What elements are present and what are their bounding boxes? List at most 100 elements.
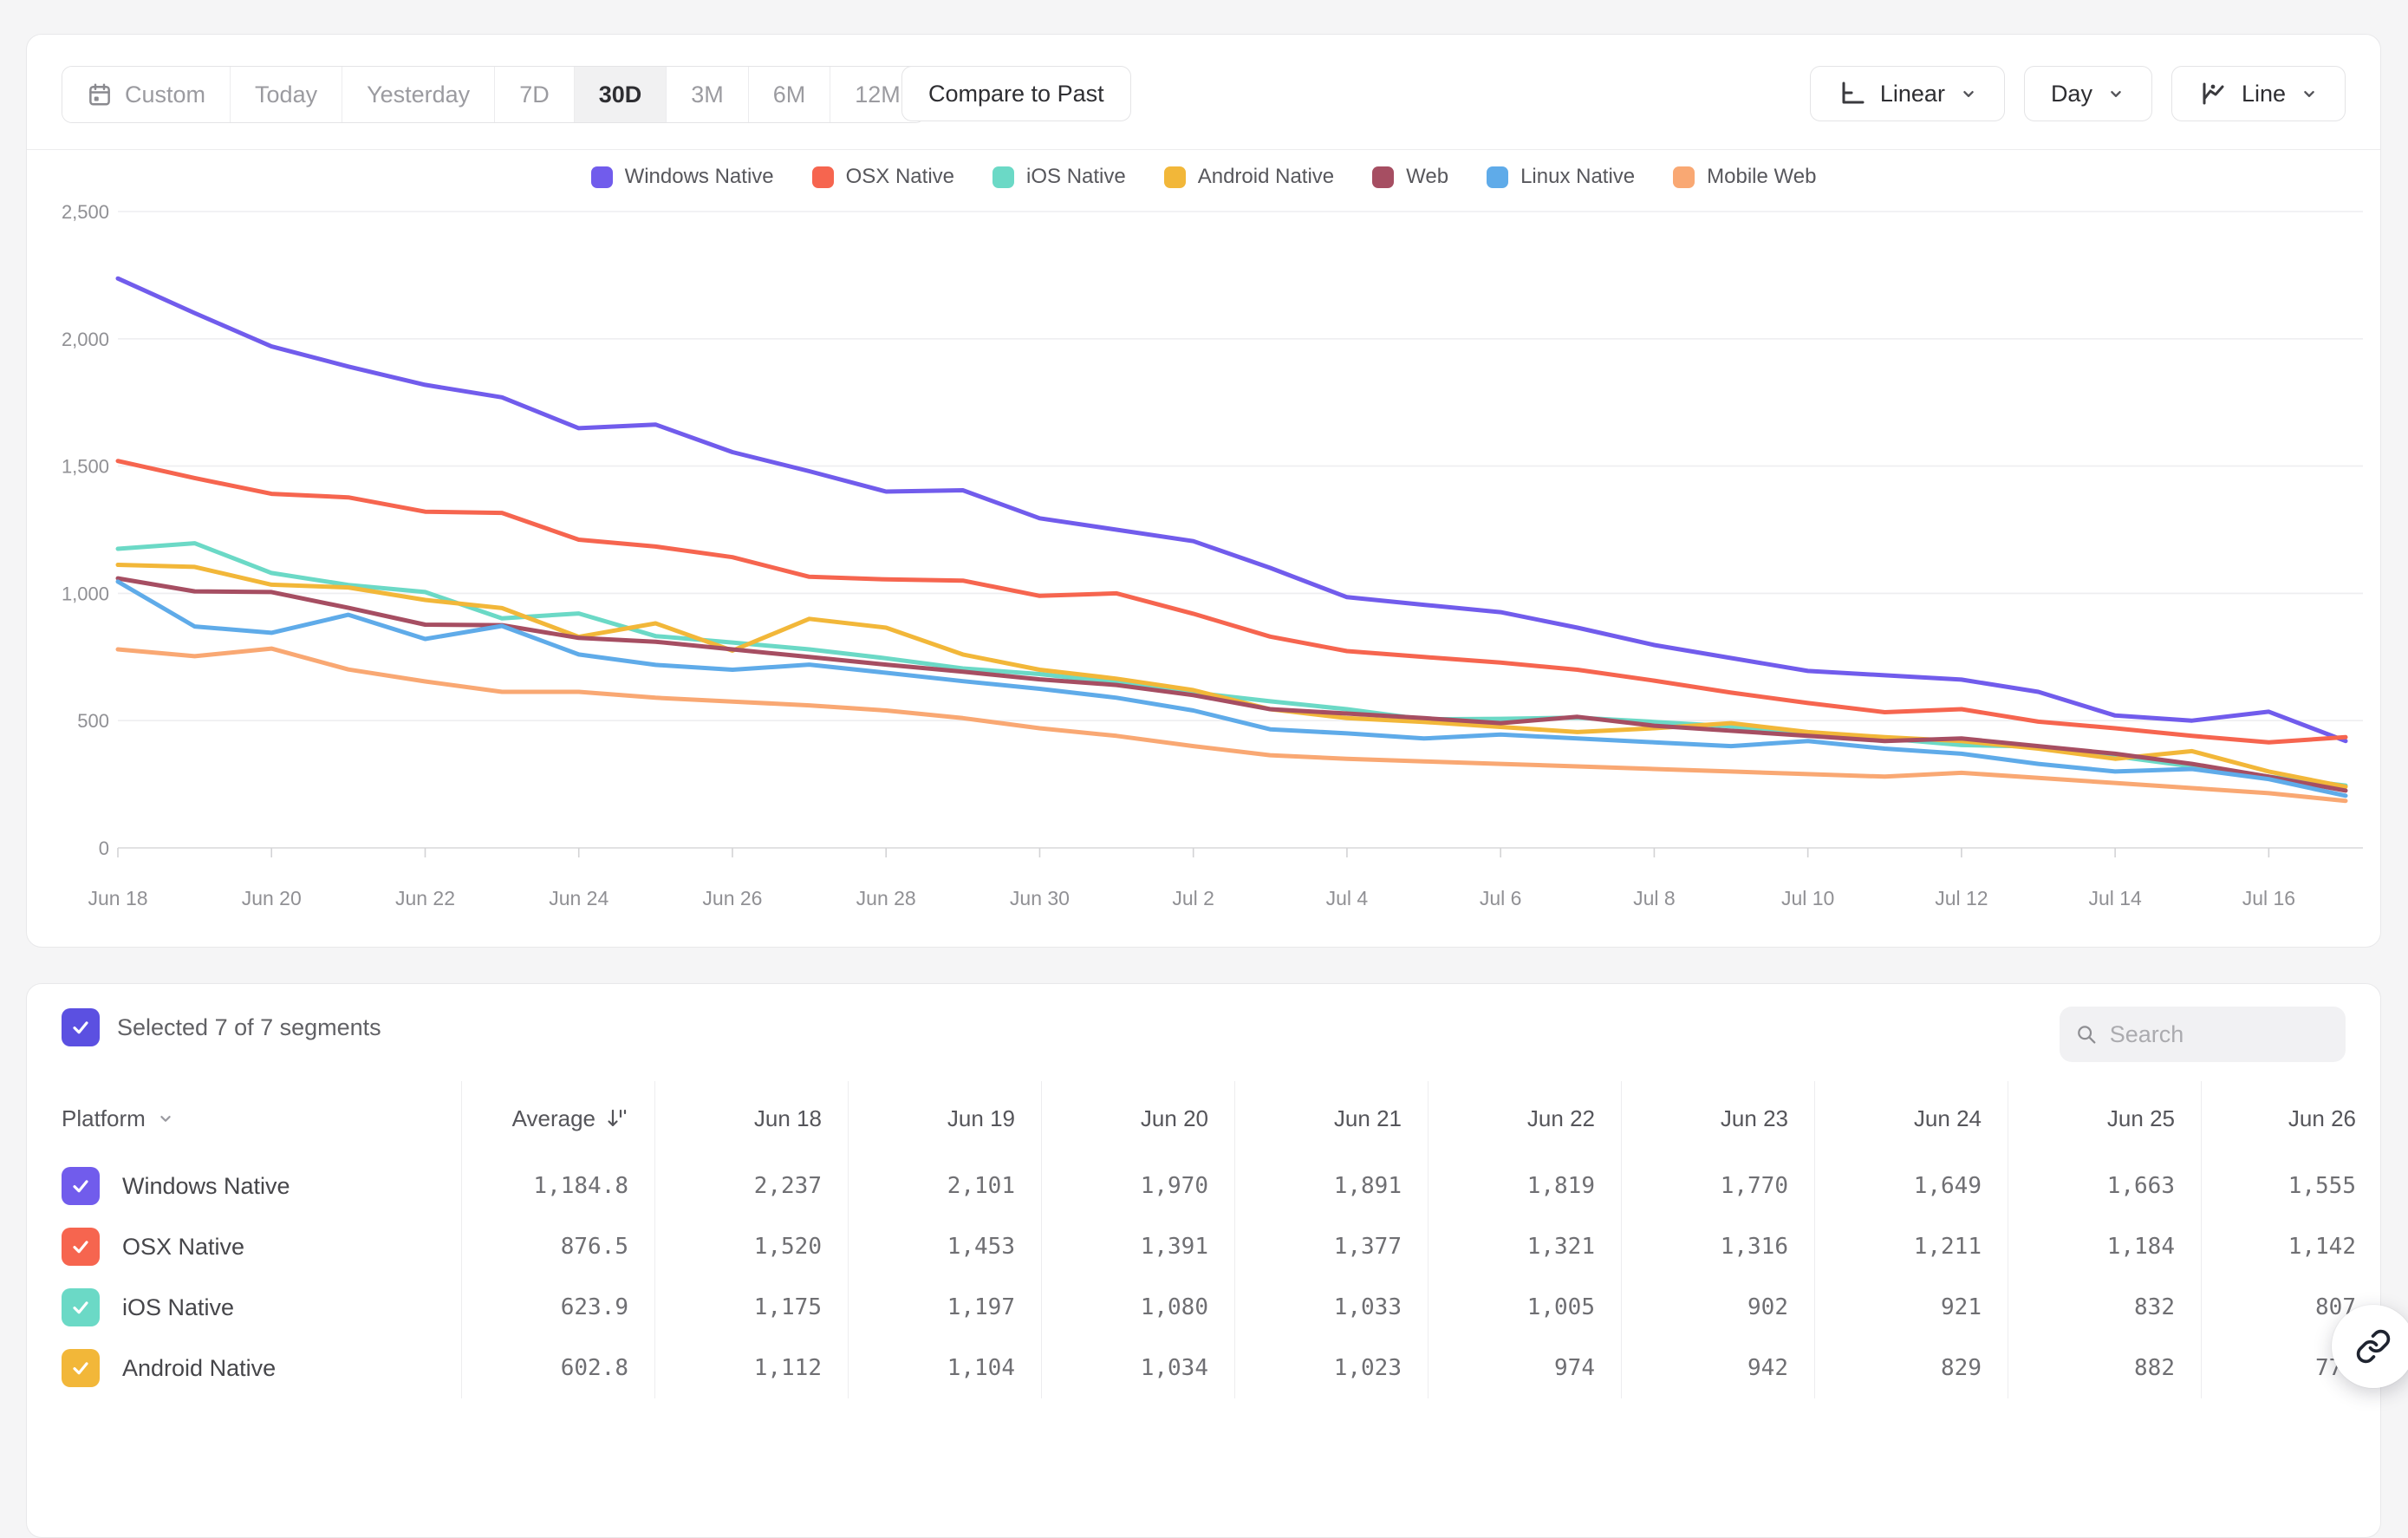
x-axis-tick-label: Jun 22 <box>395 887 455 909</box>
checkmark-icon <box>68 1015 93 1039</box>
selected-segments-label: Selected 7 of 7 segments <box>117 1014 381 1041</box>
segment-row-osx-native: OSX Native 876.51,5201,4531,3911,3771,321… <box>27 1216 2381 1277</box>
average-column-header[interactable]: Average <box>461 1081 654 1156</box>
date-column-header[interactable]: Jun 18 <box>654 1081 848 1156</box>
value-cell: 1,891 <box>1234 1156 1428 1216</box>
value-cell: 1,453 <box>848 1216 1041 1277</box>
segments-card: Selected 7 of 7 segments Platform Average… <box>26 983 2381 1538</box>
value-cell: 1,391 <box>1041 1216 1234 1277</box>
segment-checkbox[interactable] <box>62 1349 100 1387</box>
checkmark-icon <box>68 1235 93 1259</box>
value-cell: 1,555 <box>2201 1156 2381 1216</box>
platform-header-label: Platform <box>62 1105 146 1132</box>
x-axis-tick-label: Jun 20 <box>242 887 302 909</box>
date-column-header[interactable]: Jun 19 <box>848 1081 1041 1156</box>
platform-cell: Windows Native <box>27 1156 461 1216</box>
x-axis-tick-label: Jun 18 <box>88 887 147 909</box>
average-header-label: Average <box>512 1105 595 1132</box>
date-column-header[interactable]: Jun 22 <box>1428 1081 1621 1156</box>
segment-row-android-native: Android Native602.81,1121,1041,0341,0239… <box>27 1338 2381 1398</box>
chart-line-android-native <box>118 565 2346 787</box>
y-axis-tick-label: 500 <box>77 710 109 732</box>
chart-line-windows-native <box>118 278 2346 741</box>
x-axis-tick-label: Jun 26 <box>702 887 762 909</box>
segment-row-ios-native: iOS Native623.91,1751,1971,0801,0331,005… <box>27 1277 2381 1338</box>
value-cell: 1,112 <box>654 1338 848 1398</box>
x-axis-tick-label: Jul 2 <box>1172 887 1214 909</box>
date-column-header[interactable]: Jun 25 <box>2008 1081 2201 1156</box>
value-cell: 1,175 <box>654 1277 848 1338</box>
value-cell: 2,237 <box>654 1156 848 1216</box>
platform-cell: OSX Native <box>27 1216 461 1277</box>
average-value-cell: 1,184.8 <box>461 1156 654 1216</box>
value-cell: 1,663 <box>2008 1156 2201 1216</box>
x-axis-tick-label: Jul 14 <box>2088 887 2142 909</box>
segment-checkbox[interactable] <box>62 1228 100 1266</box>
line-chart: 05001,0001,5002,0002,500Jun 18Jun 20Jun … <box>27 35 2382 948</box>
value-cell: 1,321 <box>1428 1216 1621 1277</box>
value-cell: 832 <box>2008 1277 2201 1338</box>
value-cell: 1,033 <box>1234 1277 1428 1338</box>
platform-column-header[interactable]: Platform <box>27 1081 461 1156</box>
insights-report-page: { "toolbar": { "ranges": ["Custom", "Tod… <box>0 0 2408 1401</box>
value-cell: 921 <box>1814 1277 2008 1338</box>
checkmark-icon <box>68 1356 93 1380</box>
x-axis-tick-label: Jun 28 <box>856 887 916 909</box>
value-cell: 1,142 <box>2201 1216 2381 1277</box>
date-column-header[interactable]: Jun 21 <box>1234 1081 1428 1156</box>
search-icon <box>2075 1021 2098 1047</box>
value-cell: 1,520 <box>654 1216 848 1277</box>
date-column-header[interactable]: Jun 23 <box>1621 1081 1814 1156</box>
segment-checkbox[interactable] <box>62 1288 100 1326</box>
date-column-header[interactable]: Jun 20 <box>1041 1081 1234 1156</box>
value-cell: 1,023 <box>1234 1338 1428 1398</box>
sort-descending-icon <box>606 1107 628 1130</box>
platform-name[interactable]: Windows Native <box>122 1173 290 1200</box>
search-input[interactable] <box>2108 1020 2330 1049</box>
platform-name[interactable]: iOS Native <box>122 1294 234 1321</box>
segment-search <box>2060 1007 2346 1062</box>
x-axis-tick-label: Jul 8 <box>1633 887 1676 909</box>
value-cell: 1,005 <box>1428 1277 1621 1338</box>
value-cell: 1,034 <box>1041 1338 1234 1398</box>
date-column-header[interactable]: Jun 26 <box>2201 1081 2381 1156</box>
platform-cell: Android Native <box>27 1338 461 1398</box>
checkmark-icon <box>68 1174 93 1198</box>
table-header-row: PlatformAverageJun 18Jun 19Jun 20Jun 21J… <box>27 1081 2381 1156</box>
value-cell: 942 <box>1621 1338 1814 1398</box>
y-axis-tick-label: 1,500 <box>62 456 109 478</box>
average-value-cell: 623.9 <box>461 1277 654 1338</box>
select-all-checkbox[interactable] <box>62 1008 100 1046</box>
value-cell: 974 <box>1428 1338 1621 1398</box>
x-axis-tick-label: Jul 16 <box>2242 887 2295 909</box>
date-column-header[interactable]: Jun 24 <box>1814 1081 2008 1156</box>
value-cell: 902 <box>1621 1277 1814 1338</box>
selected-segments-row: Selected 7 of 7 segments <box>62 1008 381 1046</box>
average-value-cell: 876.5 <box>461 1216 654 1277</box>
platform-name[interactable]: OSX Native <box>122 1234 244 1261</box>
value-cell: 1,649 <box>1814 1156 2008 1216</box>
platform-name[interactable]: Android Native <box>122 1355 276 1382</box>
copy-link-button[interactable] <box>2332 1305 2408 1388</box>
segment-row-windows-native: Windows Native1,184.82,2372,1011,9701,89… <box>27 1156 2381 1216</box>
average-value-cell: 602.8 <box>461 1338 654 1398</box>
chart-line-mobile-web <box>118 648 2346 801</box>
segments-table: PlatformAverageJun 18Jun 19Jun 20Jun 21J… <box>27 1081 2381 1398</box>
platform-cell: iOS Native <box>27 1277 461 1338</box>
value-cell: 1,316 <box>1621 1216 1814 1277</box>
y-axis-tick-label: 2,000 <box>62 329 109 350</box>
value-cell: 1,377 <box>1234 1216 1428 1277</box>
x-axis-tick-label: Jun 24 <box>549 887 609 909</box>
value-cell: 2,101 <box>848 1156 1041 1216</box>
value-cell: 829 <box>1814 1338 2008 1398</box>
value-cell: 1,080 <box>1041 1277 1234 1338</box>
x-axis-tick-label: Jul 6 <box>1480 887 1522 909</box>
y-axis-tick-label: 0 <box>99 837 109 859</box>
segment-checkbox[interactable] <box>62 1167 100 1205</box>
checkmark-icon <box>68 1295 93 1320</box>
y-axis-tick-label: 1,000 <box>62 583 109 604</box>
value-cell: 882 <box>2008 1338 2201 1398</box>
value-cell: 1,184 <box>2008 1216 2201 1277</box>
chevron-down-icon <box>156 1109 175 1128</box>
value-cell: 1,770 <box>1621 1156 1814 1216</box>
